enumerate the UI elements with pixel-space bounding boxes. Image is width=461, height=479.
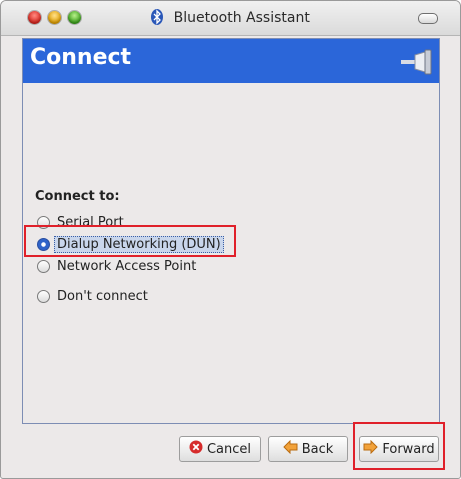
radio-button[interactable] (37, 289, 50, 303)
title-bar[interactable]: Bluetooth Assistant (1, 1, 460, 36)
window-title: Bluetooth Assistant (173, 10, 310, 26)
back-button[interactable]: Back (268, 436, 348, 462)
window-title-container: Bluetooth Assistant (1, 9, 460, 29)
forward-label: Forward (382, 441, 435, 457)
arrow-left-icon (283, 439, 298, 458)
radio-button-selected[interactable] (37, 237, 50, 251)
connect-to-label: Connect to: (35, 189, 120, 204)
cancel-label: Cancel (206, 441, 252, 457)
forward-button[interactable]: Forward (359, 436, 439, 462)
cancel-button[interactable]: Cancel (179, 436, 261, 462)
back-label: Back (301, 441, 334, 457)
arrow-right-icon (363, 439, 379, 458)
radio-button[interactable] (37, 215, 50, 229)
radio-button[interactable] (37, 259, 50, 273)
radio-dont-connect[interactable]: Don't connect (37, 287, 148, 305)
page-header: Connect (23, 39, 439, 83)
radio-serial-port[interactable]: Serial Port (37, 213, 124, 231)
assistant-page: Connect Connect to: Serial Port Dialup N… (22, 38, 440, 424)
cancel-icon (189, 440, 203, 458)
radio-label: Don't connect (57, 288, 148, 304)
toolbar-toggle-button[interactable] (418, 13, 438, 24)
plug-icon (401, 49, 435, 79)
page-title: Connect (30, 45, 132, 70)
radio-label: Dialup Networking (DUN) (54, 235, 224, 253)
bluetooth-assistant-window: Bluetooth Assistant Connect Connect to: … (0, 0, 461, 479)
radio-network-access-point[interactable]: Network Access Point (37, 257, 196, 275)
radio-dialup-networking[interactable]: Dialup Networking (DUN) (37, 235, 224, 253)
radio-label: Serial Port (57, 214, 124, 230)
bluetooth-icon (151, 9, 164, 29)
radio-label: Network Access Point (57, 258, 197, 274)
